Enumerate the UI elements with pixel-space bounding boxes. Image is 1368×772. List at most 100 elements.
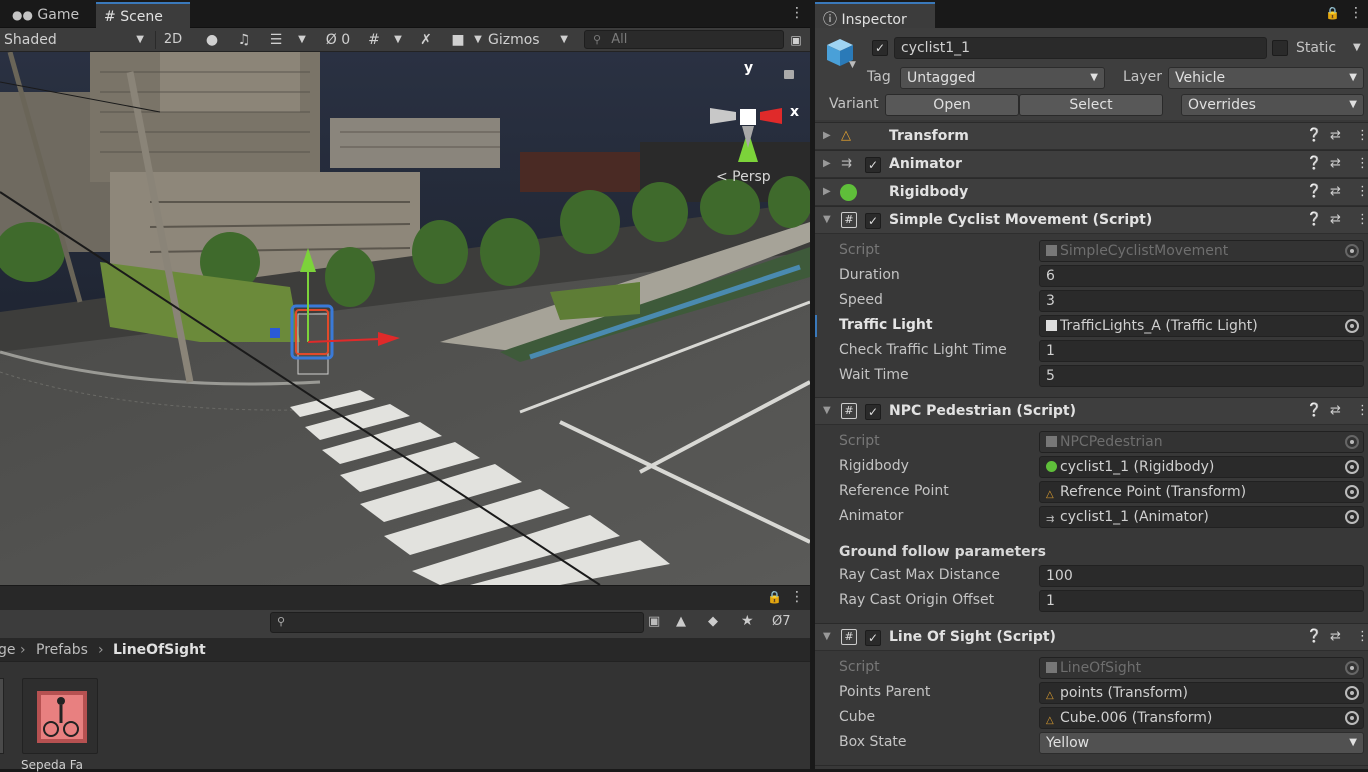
component-transform[interactable]: ▶ △ Transform ❔ ⇄ ⋮ — [815, 122, 1368, 150]
check-traffic-light-time-field[interactable]: 1 — [1039, 340, 1364, 362]
help-icon[interactable]: ❔ — [1306, 212, 1322, 227]
type-filter-icon[interactable]: ▲ — [676, 614, 686, 629]
draw-mode-dropdown[interactable]: Shaded ▼ — [4, 29, 150, 51]
more-menu-icon[interactable]: ⋮ — [790, 589, 804, 605]
presets-icon[interactable]: ⇄ — [1330, 212, 1341, 227]
duration-field[interactable]: 6 — [1039, 265, 1364, 287]
more-menu-icon[interactable]: ⋮ — [1356, 184, 1368, 199]
presets-icon[interactable]: ⇄ — [1330, 629, 1341, 644]
chevron-down-icon[interactable]: ▼ — [823, 214, 831, 225]
component-npc-pedestrian[interactable]: ▼ # ✓ NPC Pedestrian (Script) ❔ ⇄ ⋮ — [815, 397, 1368, 425]
asset-item[interactable] — [22, 678, 98, 754]
presets-icon[interactable]: ⇄ — [1330, 128, 1341, 143]
tab-game[interactable]: ●● Game — [4, 2, 87, 28]
component-enabled-checkbox[interactable]: ✓ — [865, 213, 881, 229]
lighting-icon[interactable]: ● — [200, 29, 224, 51]
chevron-down-icon[interactable]: ▼ — [1353, 42, 1361, 53]
scene-search-input[interactable]: ⚲ All — [584, 30, 784, 49]
more-menu-icon[interactable]: ⋮ — [1356, 156, 1368, 171]
reference-point-field[interactable]: △ Refrence Point (Transform) — [1039, 481, 1364, 503]
label-filter-icon[interactable]: ◆ — [708, 614, 718, 629]
presets-icon[interactable]: ⇄ — [1330, 184, 1341, 199]
object-picker-icon[interactable] — [1345, 460, 1359, 474]
component-line-of-sight[interactable]: ▼ # ✓ Line Of Sight (Script) ❔ ⇄ ⋮ — [815, 623, 1368, 651]
more-menu-icon[interactable]: ⋮ — [1356, 128, 1368, 143]
animator-field[interactable]: ⇉ cyclist1_1 (Animator) — [1039, 506, 1364, 528]
ray-cast-max-distance-field[interactable]: 100 — [1039, 565, 1364, 587]
object-picker-icon[interactable] — [1345, 686, 1359, 700]
chevron-down-icon[interactable]: ▼ — [294, 29, 310, 51]
more-menu-icon[interactable]: ⋮ — [1349, 5, 1363, 21]
speed-field[interactable]: 3 — [1039, 290, 1364, 312]
hidden-packages-toggle[interactable]: Ø7 — [772, 614, 791, 629]
object-name-field[interactable]: cyclist1_1 — [894, 37, 1267, 59]
help-icon[interactable]: ❔ — [1306, 184, 1322, 199]
search-filter-icon[interactable]: ▣ — [786, 29, 806, 51]
component-simple-cyclist-movement[interactable]: ▼ # ✓ Simple Cyclist Movement (Script) ❔… — [815, 206, 1368, 234]
rigidbody-field[interactable]: cyclist1_1 (Rigidbody) — [1039, 456, 1364, 478]
gizmos-dropdown[interactable]: Gizmos ▼ — [488, 29, 572, 51]
axis-y-label[interactable]: y — [744, 60, 753, 76]
chevron-down-icon[interactable]: ▼ — [823, 631, 831, 642]
2d-toggle[interactable]: 2D — [158, 29, 188, 51]
help-icon[interactable]: ❔ — [1306, 403, 1322, 418]
favorite-star-icon[interactable]: ★ — [741, 613, 754, 629]
asset-thumbnail[interactable] — [0, 678, 4, 754]
breadcrumb-current[interactable]: LineOfSight — [113, 638, 206, 662]
chevron-down-icon[interactable]: ▼ — [849, 60, 856, 70]
overrides-dropdown[interactable]: Overrides ▼ — [1181, 94, 1364, 116]
chevron-down-icon[interactable]: ▼ — [823, 405, 831, 416]
component-rigidbody[interactable]: ▶ Rigidbody ❔ ⇄ ⋮ — [815, 178, 1368, 206]
scene-viewport[interactable]: y x < Persp — [0, 52, 810, 585]
lock-icon[interactable]: 🔒 — [1325, 6, 1340, 20]
component-animator[interactable]: ▶ ⇉ ✓ Animator ❔ ⇄ ⋮ — [815, 150, 1368, 178]
chevron-down-icon[interactable]: ▼ — [390, 29, 406, 51]
more-menu-icon[interactable]: ⋮ — [1356, 212, 1368, 227]
help-icon[interactable]: ❔ — [1306, 128, 1322, 143]
chevron-right-icon[interactable]: ▶ — [823, 130, 831, 141]
component-enabled-checkbox[interactable]: ✓ — [865, 404, 881, 420]
layer-dropdown[interactable]: Vehicle ▼ — [1168, 67, 1364, 89]
chevron-right-icon[interactable]: ▶ — [823, 158, 831, 169]
help-icon[interactable]: ❔ — [1306, 629, 1322, 644]
chevron-right-icon[interactable]: ▶ — [823, 186, 831, 197]
effects-icon[interactable]: ☰ — [264, 29, 288, 51]
ray-cast-origin-offset-field[interactable]: 1 — [1039, 590, 1364, 612]
more-menu-icon[interactable]: ⋮ — [1356, 403, 1368, 418]
object-picker-icon[interactable] — [1345, 510, 1359, 524]
audio-icon[interactable]: ♫ — [232, 29, 256, 51]
breadcrumb-item[interactable]: ge — [0, 638, 16, 662]
object-picker-icon[interactable] — [1345, 485, 1359, 499]
tab-inspector[interactable]: ⓘ Inspector — [815, 2, 935, 28]
more-menu-icon[interactable]: ⋮ — [790, 5, 804, 21]
lock-icon[interactable]: 🔒 — [767, 590, 782, 604]
presets-icon[interactable]: ⇄ — [1330, 156, 1341, 171]
component-enabled-checkbox[interactable]: ✓ — [865, 630, 881, 646]
object-picker-icon[interactable] — [1345, 711, 1359, 725]
tag-dropdown[interactable]: Untagged ▼ — [900, 67, 1105, 89]
camera-icon[interactable]: ■ — [446, 29, 470, 51]
chevron-down-icon[interactable]: ▼ — [470, 29, 486, 51]
component-enabled-checkbox[interactable]: ✓ — [865, 157, 881, 173]
breadcrumb-item-prefabs[interactable]: Prefabs — [36, 638, 88, 662]
points-parent-field[interactable]: △ points (Transform) — [1039, 682, 1364, 704]
active-checkbox[interactable]: ✓ — [872, 40, 888, 56]
tools-icon[interactable]: ✗ — [414, 29, 438, 51]
open-prefab-button[interactable]: Open — [885, 94, 1019, 116]
tab-scene[interactable]: # Scene — [96, 2, 190, 28]
cube-field[interactable]: △ Cube.006 (Transform) — [1039, 707, 1364, 729]
box-state-dropdown[interactable]: Yellow ▼ — [1039, 732, 1364, 754]
hidden-objects-toggle[interactable]: Ø 0 — [318, 29, 358, 51]
more-menu-icon[interactable]: ⋮ — [1356, 629, 1368, 644]
project-search-input[interactable]: ⚲ — [270, 612, 644, 633]
help-icon[interactable]: ❔ — [1306, 156, 1322, 171]
object-picker-icon[interactable] — [1345, 319, 1359, 333]
select-prefab-button[interactable]: Select — [1019, 94, 1163, 116]
presets-icon[interactable]: ⇄ — [1330, 403, 1341, 418]
search-filter-icon[interactable]: ▣ — [648, 614, 660, 629]
grid-icon[interactable]: # — [362, 29, 386, 51]
static-checkbox[interactable] — [1272, 40, 1288, 56]
traffic-light-field[interactable]: TrafficLights_A (Traffic Light) — [1039, 315, 1364, 337]
axis-x-label[interactable]: x — [790, 104, 799, 120]
projection-label[interactable]: < Persp — [716, 169, 771, 185]
